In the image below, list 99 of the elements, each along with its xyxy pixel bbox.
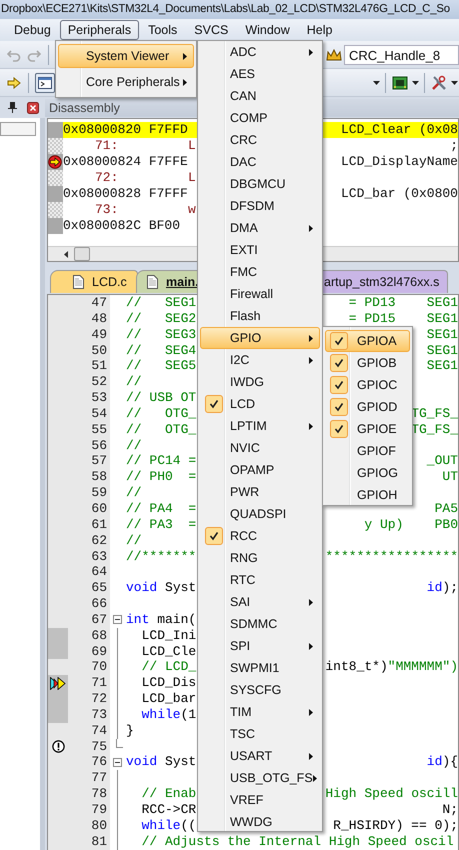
line-number: 52 xyxy=(68,374,110,390)
code-text: // USB OT xyxy=(125,390,196,406)
code-text: N; xyxy=(442,802,458,818)
code-text: // PC14 = xyxy=(125,453,196,470)
line-number: 75 xyxy=(68,738,110,754)
line-number: 51 xyxy=(68,358,110,374)
code-text: // PA4 = xyxy=(125,500,196,517)
line-number: 56 xyxy=(68,438,110,454)
code-text: LCD_Dis xyxy=(140,675,196,692)
code-text: SEG1 xyxy=(426,342,458,358)
code-text: // Enab xyxy=(140,786,196,802)
line-number: 48 xyxy=(68,310,110,327)
line-number: 58 xyxy=(68,469,110,486)
code-text: High Speed oscill xyxy=(325,786,458,802)
line-number: 81 xyxy=(68,834,110,850)
line-number: 53 xyxy=(68,390,110,406)
line-number: 57 xyxy=(68,453,110,470)
code-text: } xyxy=(125,722,134,739)
code-text: LCD_Cle xyxy=(140,644,196,660)
code-text: while(1 xyxy=(140,706,196,723)
code-text: // SEG1 xyxy=(125,295,196,311)
code-text: w xyxy=(188,202,196,218)
code-text: id){ xyxy=(426,754,458,770)
line-number: 76 xyxy=(68,754,110,770)
line-number: 62 xyxy=(68,532,110,548)
code-text: LCD_Clear (0x08 xyxy=(340,122,458,138)
line-number: 47 xyxy=(68,295,110,311)
code-text: RCC->CR xyxy=(140,802,196,818)
code-text: ; xyxy=(450,138,458,154)
code-text: // SEG3 xyxy=(125,326,196,343)
code-text: R_HSIRDY) == 0); xyxy=(333,818,458,834)
code-text: 0x08000828 F7FFF xyxy=(63,186,188,202)
code-text: int main( xyxy=(125,612,196,628)
line-number: 69 xyxy=(68,644,110,660)
line-number: 73: xyxy=(94,202,120,218)
code-text: _OUT xyxy=(426,453,458,470)
line-number: 49 xyxy=(68,326,110,343)
code-text: SEG1 xyxy=(426,326,458,343)
code-text: L xyxy=(188,138,196,154)
line-number: 74 xyxy=(68,722,110,739)
code-text: ***************** xyxy=(325,548,458,564)
code-text: // Adjusts the Internal High Speed oscil xyxy=(140,834,454,850)
line-number: 72: xyxy=(94,170,120,186)
line-number: 67 xyxy=(68,612,110,628)
line-number: 54 xyxy=(68,406,110,422)
code-text: // OTG_ xyxy=(125,422,196,438)
code-text: y Up) PB0 xyxy=(364,516,458,533)
code-text: SEG1 xyxy=(426,358,458,374)
line-number: 78 xyxy=(68,786,110,802)
line-number: 63 xyxy=(68,548,110,564)
code-text: PA5 xyxy=(434,500,458,517)
line-number: 71 xyxy=(68,675,110,692)
code-text: 0x08000820 F7FFD xyxy=(63,122,188,138)
code-text: // xyxy=(125,532,142,548)
code-text: while(( xyxy=(140,818,196,834)
code-text: 0x0800082C BF00 xyxy=(63,218,180,234)
code-text: // SEG4 xyxy=(125,342,196,358)
code-text: //******* xyxy=(125,548,196,564)
code-text: L xyxy=(188,170,196,186)
code-text: // PA3 = xyxy=(125,516,196,533)
code-text: LCD_bar (0x0800 xyxy=(340,186,458,202)
line-number: 50 xyxy=(68,342,110,358)
code-text: // OTG_ xyxy=(125,406,196,422)
line-number: 59 xyxy=(68,485,110,501)
code-text: TG_FS_ xyxy=(411,422,458,438)
code-text: // xyxy=(125,438,142,454)
line-number: 79 xyxy=(68,802,110,818)
line-number: 66 xyxy=(68,596,110,612)
line-number: 65 xyxy=(68,580,110,596)
line-number: 71: xyxy=(94,138,120,154)
code-text: LCD_bar xyxy=(140,691,196,707)
window-title: Dropbox\ECE271\Kits\STM32L4_Documents\Labs\Lab_02_LCD\STM32L476G_LCD_C_So xyxy=(0,0,459,19)
code-text: // LCD_ xyxy=(140,659,196,676)
code-text: = PD13 SEG1 xyxy=(348,295,458,311)
line-number: 72 xyxy=(68,691,110,707)
code-text: // SEG5 xyxy=(125,358,196,374)
line-number: 55 xyxy=(68,422,110,438)
line-number: 70 xyxy=(68,659,110,676)
line-number: 60 xyxy=(68,500,110,517)
code-text: LCD_Ini xyxy=(140,628,196,644)
code-text: int8_t*)"MMMMMM") xyxy=(325,659,458,676)
line-number: 80 xyxy=(68,818,110,834)
code-text: void Syst xyxy=(125,754,196,770)
code-text: LCD_DisplayName xyxy=(340,154,458,170)
line-number: 64 xyxy=(68,564,110,580)
code-text: // SEG2 xyxy=(125,310,196,327)
line-number: 61 xyxy=(68,516,110,533)
line-number: 73 xyxy=(68,706,110,723)
line-number: 68 xyxy=(68,628,110,644)
code-text: // xyxy=(125,485,142,501)
code-text: UT xyxy=(442,469,458,486)
code-text: 0x08000824 F7FFE xyxy=(63,154,188,170)
code-text: = PD15 SEG1 xyxy=(348,310,458,327)
code-text: // xyxy=(125,374,142,390)
code-text: id); xyxy=(426,580,458,596)
code-text: // PH0 = xyxy=(125,469,196,486)
code-text: TG_FS_ xyxy=(411,406,458,422)
line-number: 77 xyxy=(68,770,110,786)
code-text: void Syst xyxy=(125,580,196,596)
